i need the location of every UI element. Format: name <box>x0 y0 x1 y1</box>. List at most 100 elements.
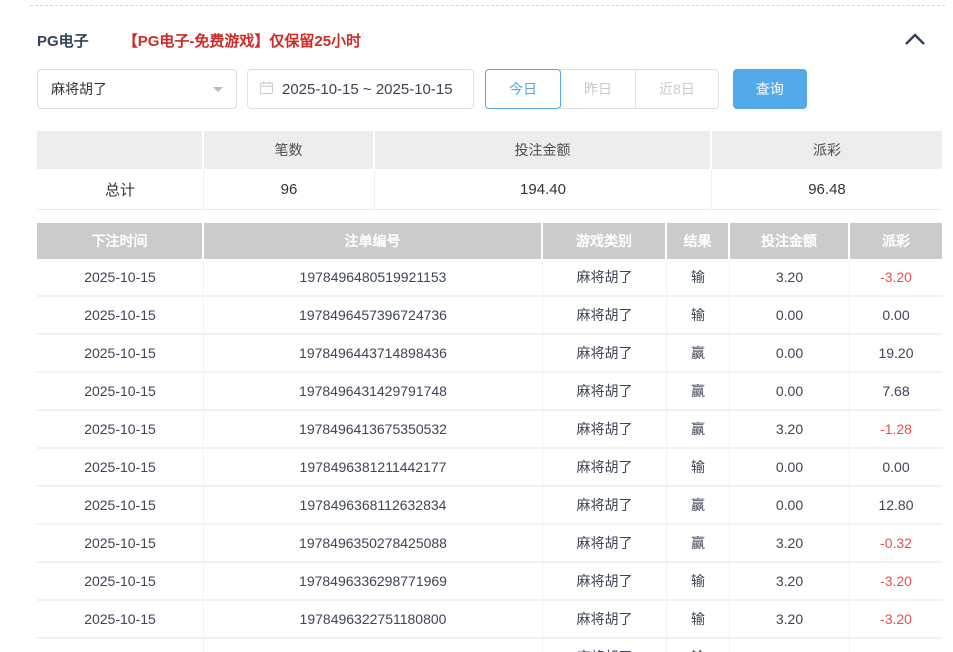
cell-amount: 0.00 <box>730 335 850 371</box>
records-body: 2025-10-151978496480519921153麻将胡了输3.20-3… <box>37 259 942 652</box>
cell-payout: 0.00 <box>850 449 942 485</box>
cell-game: 麻将胡了 <box>543 601 667 637</box>
cell-id: 1978496413675350532 <box>204 411 543 447</box>
table-row: 2025-10-151978496457396724736麻将胡了输0.000.… <box>37 297 942 335</box>
table-row: 2025-10-151978496480519921153麻将胡了输3.20-3… <box>37 259 942 297</box>
cell-amount: 3.20 <box>730 411 850 447</box>
cell-time: 2025-10-15 <box>37 411 204 447</box>
cell-id: 1978496368112632834 <box>204 487 543 523</box>
cell-payout: -0.32 <box>850 525 942 561</box>
quick-range-button-1[interactable]: 今日 <box>485 69 561 109</box>
cell-result: 赢 <box>667 335 730 371</box>
cell-game: 麻将胡了 <box>543 487 667 523</box>
table-row: 2025-10-151978496431429791748麻将胡了赢0.007.… <box>37 373 942 411</box>
cell-time: 2025-10-15 <box>37 373 204 409</box>
col-header-bet-id: 注单编号 <box>204 223 543 259</box>
cell-result: 输 <box>667 297 730 333</box>
cell-amount: 3.20 <box>730 259 850 295</box>
cell-payout: 7.68 <box>850 373 942 409</box>
cell-payout: 12.80 <box>850 487 942 523</box>
cell-time: 2025-10-15 <box>37 259 204 295</box>
game-select-value: 麻将胡了 <box>51 79 107 99</box>
cell-id: 1978496443714898436 <box>204 335 543 371</box>
cell-amount <box>730 639 850 652</box>
cell-time: 2025-10-15 <box>37 601 204 637</box>
summary-header-row: 笔数 投注金额 派彩 <box>37 131 942 169</box>
cell-id: 1978496336298771969 <box>204 563 543 599</box>
cell-amount: 0.00 <box>730 487 850 523</box>
cell-game: 麻将胡了 <box>543 373 667 409</box>
date-range-input[interactable]: 2025-10-15 ~ 2025-10-15 <box>247 69 474 109</box>
cell-game: 麻将胡了 <box>543 297 667 333</box>
cell-amount: 3.20 <box>730 525 850 561</box>
cell-id: 1978496350278425088 <box>204 525 543 561</box>
cell-result: 输 <box>667 563 730 599</box>
table-row: 麻将胡了输 <box>37 639 942 652</box>
cell-payout: 19.20 <box>850 335 942 371</box>
cell-amount: 0.00 <box>730 297 850 333</box>
search-button[interactable]: 查询 <box>733 69 807 109</box>
quick-range-group: 今日昨日近8日 <box>485 69 719 109</box>
table-row: 2025-10-151978496368112632834麻将胡了赢0.0012… <box>37 487 942 525</box>
col-header-payout: 派彩 <box>850 223 942 259</box>
cell-amount: 3.20 <box>730 601 850 637</box>
summary-header-payout: 派彩 <box>712 131 942 169</box>
chevron-up-icon <box>904 32 926 49</box>
cell-game: 麻将胡了 <box>543 449 667 485</box>
cell-amount: 3.20 <box>730 563 850 599</box>
quick-range-button-3[interactable]: 近8日 <box>635 69 719 109</box>
summary-header-count: 笔数 <box>204 131 375 169</box>
summary-total-payout: 96.48 <box>712 169 942 209</box>
summary-header-bet-amount: 投注金额 <box>375 131 712 169</box>
top-dotted-divider <box>30 5 945 6</box>
summary-total-count: 96 <box>204 169 375 209</box>
cell-result: 输 <box>667 449 730 485</box>
cell-time: 2025-10-15 <box>37 487 204 523</box>
cell-result: 赢 <box>667 411 730 447</box>
cell-id: 1978496381211442177 <box>204 449 543 485</box>
cell-result: 赢 <box>667 373 730 409</box>
cell-result: 赢 <box>667 487 730 523</box>
cell-result: 输 <box>667 639 730 652</box>
col-header-result: 结果 <box>667 223 730 259</box>
cell-payout: -3.20 <box>850 259 942 295</box>
col-header-bet-amount: 投注金额 <box>730 223 850 259</box>
cell-payout <box>850 639 942 652</box>
cell-result: 赢 <box>667 525 730 561</box>
table-row: 2025-10-151978496381211442177麻将胡了输0.000.… <box>37 449 942 487</box>
cell-payout: -3.20 <box>850 563 942 599</box>
cell-result: 输 <box>667 601 730 637</box>
cell-payout: 0.00 <box>850 297 942 333</box>
cell-amount: 0.00 <box>730 373 850 409</box>
page-title: PG电子 <box>37 30 89 51</box>
date-range-value: 2025-10-15 ~ 2025-10-15 <box>282 81 453 98</box>
table-row: 2025-10-151978496443714898436麻将胡了赢0.0019… <box>37 335 942 373</box>
collapse-button[interactable] <box>904 32 926 49</box>
cell-id: 1978496457396724736 <box>204 297 543 333</box>
game-select[interactable]: 麻将胡了 <box>37 69 237 109</box>
panel-header: PG电子 【PG电子-免费游戏】仅保留25小时 <box>37 29 942 51</box>
cell-id: 1978496431429791748 <box>204 373 543 409</box>
col-header-game-type: 游戏类别 <box>543 223 667 259</box>
records-header-row: 下注时间 注单编号 游戏类别 结果 投注金额 派彩 <box>37 223 942 259</box>
free-game-notice: 【PG电子-免费游戏】仅保留25小时 <box>123 30 361 51</box>
cell-id: 1978496480519921153 <box>204 259 543 295</box>
panel: PG电子 【PG电子-免费游戏】仅保留25小时 麻将胡了 <box>0 29 942 652</box>
chevron-down-icon <box>213 87 223 97</box>
cell-result: 输 <box>667 259 730 295</box>
cell-payout: -1.28 <box>850 411 942 447</box>
quick-range-button-2[interactable]: 昨日 <box>560 69 636 109</box>
cell-time: 2025-10-15 <box>37 449 204 485</box>
col-header-bet-time: 下注时间 <box>37 223 204 259</box>
table-row: 2025-10-151978496336298771969麻将胡了输3.20-3… <box>37 563 942 601</box>
cell-amount: 0.00 <box>730 449 850 485</box>
cell-game: 麻将胡了 <box>543 639 667 652</box>
cell-time: 2025-10-15 <box>37 335 204 371</box>
calendar-icon <box>259 80 274 99</box>
cell-time: 2025-10-15 <box>37 525 204 561</box>
cell-time: 2025-10-15 <box>37 297 204 333</box>
filter-bar: 麻将胡了 2025-10-15 ~ 2025-10-15 今日昨日近8日 查询 <box>37 69 942 109</box>
cell-id: 1978496322751180800 <box>204 601 543 637</box>
cell-id <box>204 639 543 652</box>
cell-game: 麻将胡了 <box>543 563 667 599</box>
